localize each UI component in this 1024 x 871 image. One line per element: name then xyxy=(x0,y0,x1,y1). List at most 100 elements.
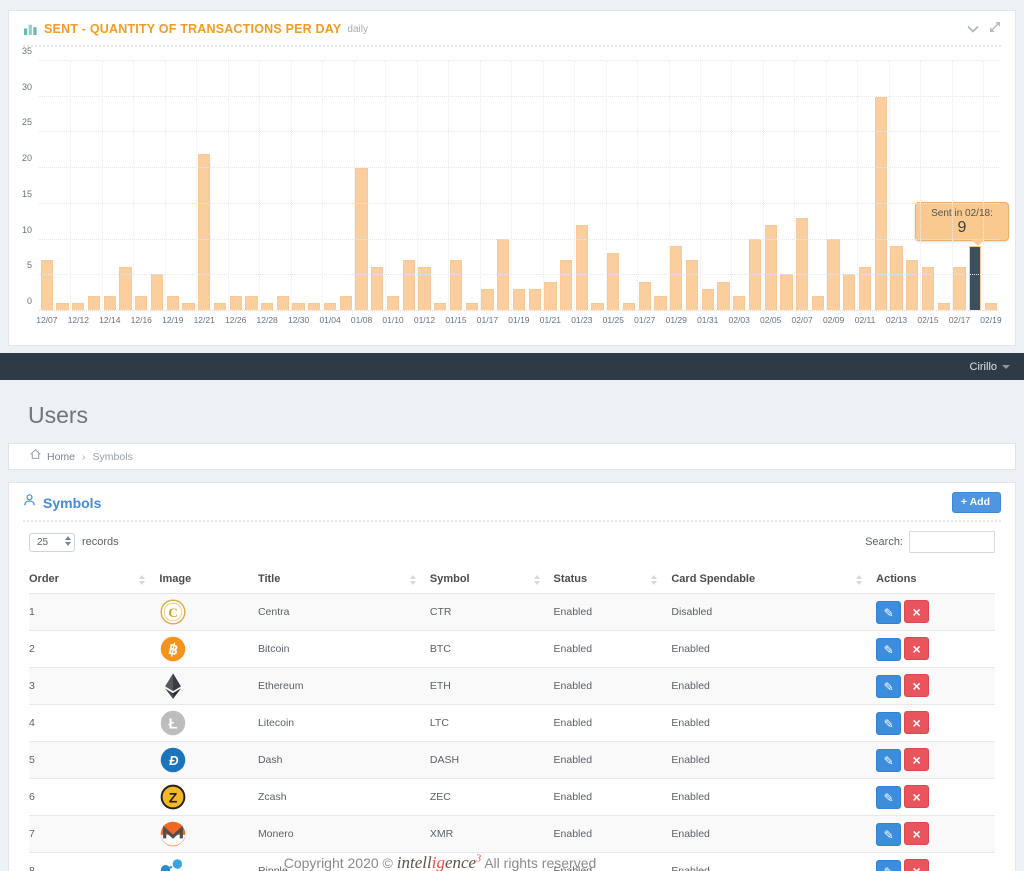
chart-bar[interactable] xyxy=(481,289,493,310)
gridline xyxy=(70,61,71,311)
chart-bar[interactable] xyxy=(104,296,116,310)
x-axis-tick-label: 02/09 xyxy=(823,315,844,325)
chart-bar[interactable] xyxy=(151,274,163,310)
chart-bar[interactable] xyxy=(717,282,729,310)
chart-bar[interactable] xyxy=(261,303,273,310)
breadcrumb-home[interactable]: Home xyxy=(47,451,75,463)
chart-bar[interactable] xyxy=(796,218,808,310)
delete-button[interactable]: × xyxy=(904,637,929,660)
records-per-page-value: 25 xyxy=(37,537,48,548)
column-header-label: Symbol xyxy=(430,573,470,585)
cell-symbol: DASH xyxy=(430,742,554,779)
gridline xyxy=(826,61,827,311)
chart-bar[interactable] xyxy=(245,296,257,310)
delete-button[interactable]: × xyxy=(904,748,929,771)
cell-card-spendable: Enabled xyxy=(671,779,876,816)
chart-bar[interactable] xyxy=(529,289,541,310)
tooltip-value: 9 xyxy=(922,219,1002,237)
chart-bar[interactable] xyxy=(670,246,682,310)
edit-button[interactable]: ✎ xyxy=(876,786,901,809)
chart-bar[interactable] xyxy=(167,296,179,310)
svg-text:C: C xyxy=(169,605,178,620)
chart-bar[interactable] xyxy=(654,296,666,310)
chart-bar[interactable] xyxy=(906,260,918,310)
chart-bar[interactable] xyxy=(340,296,352,310)
chart-bar[interactable] xyxy=(198,154,210,311)
column-header-card-spendable[interactable]: Card Spendable xyxy=(671,565,876,594)
column-header-order[interactable]: Order xyxy=(29,565,159,594)
x-axis-tick-label: 12/19 xyxy=(162,315,183,325)
chart-bar[interactable] xyxy=(639,282,651,310)
chart-bar[interactable] xyxy=(890,246,902,310)
user-menu[interactable]: Cirillo xyxy=(970,361,1011,373)
gridline xyxy=(920,61,921,311)
chart-bar[interactable] xyxy=(135,296,147,310)
expand-icon[interactable] xyxy=(989,20,1001,38)
chart-bar[interactable] xyxy=(450,260,462,310)
gridline xyxy=(480,61,481,311)
chart-bar[interactable] xyxy=(591,303,603,310)
chart-bar[interactable] xyxy=(576,225,588,310)
cell-status: Enabled xyxy=(554,594,672,631)
chart-bar[interactable] xyxy=(812,296,824,310)
chart-bar[interactable] xyxy=(985,303,997,310)
edit-button[interactable]: ✎ xyxy=(876,749,901,772)
column-header-status[interactable]: Status xyxy=(554,565,672,594)
x-axis-tick-label: 02/15 xyxy=(917,315,938,325)
chart-bar[interactable] xyxy=(434,303,446,310)
chart-bar[interactable] xyxy=(765,225,777,310)
chart-bar[interactable] xyxy=(544,282,556,310)
chart-bar[interactable] xyxy=(513,289,525,310)
chart-bar[interactable] xyxy=(88,296,100,310)
chart-bar[interactable] xyxy=(324,303,336,310)
edit-button[interactable]: ✎ xyxy=(876,601,901,624)
x-axis-tick-label: 02/03 xyxy=(729,315,750,325)
chart-bar[interactable] xyxy=(938,303,950,310)
symbols-panel-title: Symbols xyxy=(43,495,101,511)
chart-bar[interactable] xyxy=(843,274,855,310)
chart-bar[interactable] xyxy=(702,289,714,310)
chart-bar[interactable] xyxy=(623,303,635,310)
delete-button[interactable]: × xyxy=(904,822,929,845)
edit-button[interactable]: ✎ xyxy=(876,712,901,735)
delete-button[interactable]: × xyxy=(904,785,929,808)
chevron-down-icon[interactable] xyxy=(967,20,979,38)
edit-button[interactable]: ✎ xyxy=(876,675,901,698)
chart-bar[interactable] xyxy=(56,303,68,310)
search-input[interactable] xyxy=(909,531,995,553)
chart-bar[interactable] xyxy=(230,296,242,310)
cell-title: Monero xyxy=(258,816,430,853)
chart-bar[interactable] xyxy=(607,253,619,310)
chart-bar[interactable] xyxy=(72,303,84,310)
chart-bar[interactable] xyxy=(214,303,226,310)
column-header-title[interactable]: Title xyxy=(258,565,430,594)
home-icon xyxy=(29,448,42,463)
chart-bar[interactable] xyxy=(308,303,320,310)
chart-bar[interactable] xyxy=(560,260,572,310)
chart-bar[interactable] xyxy=(403,260,415,310)
gridline xyxy=(291,61,292,311)
chart-bar[interactable] xyxy=(41,260,53,310)
chart-bar[interactable] xyxy=(292,303,304,310)
chart-bar[interactable] xyxy=(182,303,194,310)
chart-bar[interactable] xyxy=(686,260,698,310)
chart-bar[interactable] xyxy=(387,296,399,310)
delete-button[interactable]: × xyxy=(904,600,929,623)
cell-status: Enabled xyxy=(554,631,672,668)
add-button[interactable]: + Add xyxy=(952,492,1001,513)
chart-bar-highlighted[interactable] xyxy=(969,246,981,310)
chart-bar[interactable] xyxy=(277,296,289,310)
column-header-symbol[interactable]: Symbol xyxy=(430,565,554,594)
delete-button[interactable]: × xyxy=(904,859,929,871)
edit-button[interactable]: ✎ xyxy=(876,638,901,661)
records-per-page-select[interactable]: 25 xyxy=(29,533,75,552)
chart-panel: SENT - QUANTITY OF TRANSACTIONS PER DAY … xyxy=(8,10,1016,346)
y-axis-tick-label: 0 xyxy=(27,296,32,306)
delete-button[interactable]: × xyxy=(904,674,929,697)
chart-bar[interactable] xyxy=(733,296,745,310)
delete-button[interactable]: × xyxy=(904,711,929,734)
edit-button[interactable]: ✎ xyxy=(876,823,901,846)
chart-bar[interactable] xyxy=(466,303,478,310)
x-axis-tick-label: 12/07 xyxy=(36,315,57,325)
chart-bar[interactable] xyxy=(780,274,792,310)
